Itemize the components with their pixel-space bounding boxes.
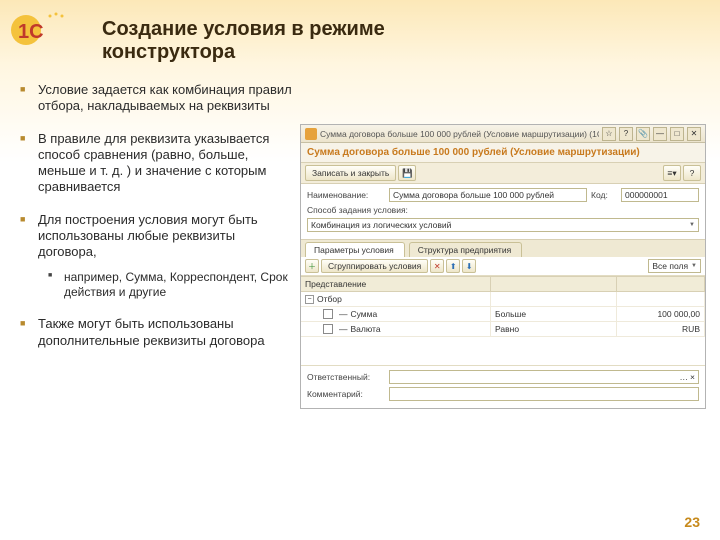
dropdown-icon: ▼ xyxy=(689,222,695,228)
col-repr: Представление xyxy=(301,277,491,291)
grid-row[interactable]: −Отбор xyxy=(301,292,705,307)
slide-title: Создание условия в режиме конструктора xyxy=(102,18,442,64)
minimize-icon[interactable]: — xyxy=(653,127,667,141)
maximize-icon[interactable]: □ xyxy=(670,127,684,141)
label-comment: Комментарий: xyxy=(307,389,385,399)
tab-params[interactable]: Параметры условия xyxy=(305,242,405,257)
page-number: 23 xyxy=(684,514,700,530)
collapse-icon[interactable]: − xyxy=(305,295,314,304)
input-name[interactable]: Сумма договора больше 100 000 рублей xyxy=(389,188,587,202)
checkbox-icon[interactable] xyxy=(323,309,333,319)
checkbox-icon[interactable] xyxy=(323,324,333,334)
label-name: Наименование: xyxy=(307,190,385,200)
bullet-3: Для построения условия могут быть исполь… xyxy=(18,212,292,301)
label-responsible: Ответственный: xyxy=(307,372,385,382)
grid-toolbar: ＋ Сгруппировать условия ✕ ⬆ ⬇ Все поля ▼ xyxy=(301,257,705,276)
move-up-icon[interactable]: ⬆ xyxy=(446,259,460,273)
app-window: Сумма договора больше 100 000 рублей (Ус… xyxy=(300,124,706,409)
grid-row[interactable]: — Валюта Равно RUB xyxy=(301,322,705,337)
col-val xyxy=(617,277,705,291)
pin-icon[interactable]: 📎 xyxy=(636,127,650,141)
delete-icon[interactable]: ✕ xyxy=(430,259,444,273)
col-op xyxy=(491,277,617,291)
clear-icon[interactable]: × xyxy=(690,372,695,382)
menu-more-button[interactable]: ≡▾ xyxy=(663,165,681,181)
lookup-icon[interactable]: … xyxy=(680,372,689,382)
help-icon[interactable]: ? xyxy=(619,127,633,141)
label-genby: Способ задания условия: xyxy=(307,205,425,215)
tab-bar: Параметры условия Структура предприятия xyxy=(301,239,705,257)
grid-header: Представление xyxy=(301,276,705,292)
title-line1: Создание условия в режиме xyxy=(102,18,385,40)
add-icon[interactable]: ＋ xyxy=(305,259,319,273)
move-down-icon[interactable]: ⬇ xyxy=(462,259,476,273)
label-code: Код: xyxy=(591,190,617,200)
svg-text:1C: 1C xyxy=(18,21,44,43)
window-title-text: Сумма договора больше 100 000 рублей (Ус… xyxy=(320,129,599,139)
window-titlebar: Сумма договора больше 100 000 рублей (Ус… xyxy=(301,125,705,143)
save-button[interactable]: 💾 xyxy=(398,165,416,181)
app-icon xyxy=(305,128,317,140)
title-line2: конструктора xyxy=(102,41,442,64)
input-responsible[interactable]: …× xyxy=(389,370,699,384)
chevron-down-icon: ▼ xyxy=(691,263,697,269)
save-close-button[interactable]: Записать и закрыть xyxy=(305,165,396,181)
bullet-1: Условие задается как комбинация правил о… xyxy=(18,82,292,115)
view-dropdown[interactable]: Все поля ▼ xyxy=(648,259,701,273)
form-toolbar: Записать и закрыть 💾 ≡▾ ? xyxy=(301,162,705,184)
bullet-3a: например, Сумма, Корреспондент, Срок дей… xyxy=(48,270,292,300)
fav-icon[interactable]: ☆ xyxy=(602,127,616,141)
tab-structure[interactable]: Структура предприятия xyxy=(409,242,522,257)
input-genby[interactable]: Комбинация из логических условий ▼ xyxy=(307,218,699,232)
logo-1c: 1C xyxy=(8,8,76,58)
bullet-4: Также могут быть использованы дополнител… xyxy=(18,316,292,349)
grid-body: −Отбор — Сумма Больше 100 000,00 — Валют… xyxy=(301,292,705,365)
input-comment[interactable] xyxy=(389,387,699,401)
close-icon[interactable]: ✕ xyxy=(687,127,701,141)
form-title: Сумма договора больше 100 000 рублей (Ус… xyxy=(301,143,705,162)
bullet-list: Условие задается как комбинация правил о… xyxy=(18,82,292,365)
help-button[interactable]: ? xyxy=(683,165,701,181)
group-button[interactable]: Сгруппировать условия xyxy=(321,259,428,273)
grid-row[interactable]: — Сумма Больше 100 000,00 xyxy=(301,307,705,322)
input-code[interactable]: 000000001 xyxy=(621,188,699,202)
bullet-2: В правиле для реквизита указывается спос… xyxy=(18,131,292,196)
